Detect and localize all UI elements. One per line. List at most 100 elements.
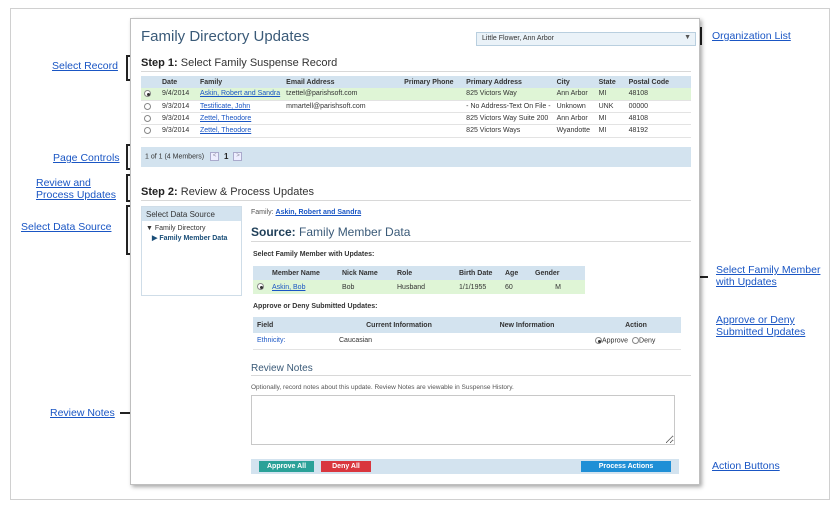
row-radio-cell[interactable] — [141, 100, 159, 113]
suspense-record-table: Date Family Email Address Primary Phone … — [141, 76, 691, 138]
member-gender: M — [531, 280, 585, 294]
data-source-family-member-label: Family Member Data — [159, 235, 228, 242]
annotation-select-family-member-line1[interactable]: Select Family Member — [716, 264, 820, 276]
row-state: UNK — [595, 100, 626, 113]
row-state: MI — [595, 88, 626, 101]
annotation-review-process-line2[interactable]: Process Updates — [36, 189, 116, 201]
row-postal: 00000 — [625, 100, 691, 113]
table-row[interactable]: 9/3/2014 Zettel, Theodore 825 Victors Wa… — [141, 112, 691, 126]
table-row[interactable]: 9/3/2014 Zettel, Theodore 825 Victors Wa… — [141, 124, 691, 138]
annotation-approve-deny-line1[interactable]: Approve or Deny — [716, 314, 795, 326]
update-new — [463, 333, 591, 350]
annotation-approve-deny-line2[interactable]: Submitted Updates — [716, 326, 805, 338]
member-role: Husband — [393, 280, 455, 294]
member-col-select — [253, 266, 268, 280]
table-row[interactable]: 9/4/2014 Askin, Robert and Sandra tzette… — [141, 88, 691, 101]
updates-col-current: Current Information — [335, 317, 463, 333]
update-action: Approve Deny — [591, 333, 681, 350]
row-address: 825 Victors Way Suite 200 — [463, 112, 554, 126]
annotation-review-notes[interactable]: Review Notes — [50, 407, 115, 419]
row-family[interactable]: Zettel, Theodore — [197, 112, 284, 126]
row-radio-cell[interactable] — [141, 112, 159, 126]
source-label-bold: Source: — [251, 225, 296, 239]
updates-header-row: Field Current Information New Informatio… — [253, 317, 681, 333]
table-row[interactable]: 9/3/2014 Testificate, John mmartell@pari… — [141, 100, 691, 113]
approve-radio[interactable] — [595, 337, 602, 345]
review-notes-textarea[interactable] — [251, 395, 675, 445]
col-state: State — [595, 76, 626, 88]
updates-col-field: Field — [253, 317, 335, 333]
pager-prev-button[interactable]: < — [210, 152, 220, 161]
organization-select[interactable]: Little Flower, Ann Arbor ▼ — [476, 32, 696, 46]
approve-all-button[interactable]: Approve All — [259, 461, 314, 472]
pager-page-number[interactable]: 1 — [224, 152, 228, 161]
col-family: Family — [197, 76, 284, 88]
col-city: City — [553, 76, 596, 88]
member-row[interactable]: Askin, Bob Bob Husband 1/1/1955 60 M — [253, 280, 585, 294]
deny-all-button[interactable]: Deny All — [321, 461, 371, 472]
member-name[interactable]: Askin, Bob — [268, 280, 338, 294]
annotation-select-family-member-line2[interactable]: with Updates — [716, 276, 777, 288]
row-radio-cell[interactable] — [141, 88, 159, 101]
step2-label-rest: Review & Process Updates — [177, 186, 315, 198]
annotation-action-buttons[interactable]: Action Buttons — [712, 460, 780, 472]
family-name-link[interactable]: Askin, Robert and Sandra — [276, 209, 362, 216]
page-controls: 1 of 1 (4 Members) < 1 > — [141, 147, 691, 167]
row-postal: 48108 — [625, 88, 691, 101]
row-phone — [401, 100, 464, 113]
pager-next-button[interactable]: > — [233, 152, 243, 161]
row-radio[interactable] — [144, 127, 151, 135]
row-date: 9/4/2014 — [159, 88, 197, 101]
col-email: Email Address — [283, 76, 402, 88]
step2-heading: Step 2: Review & Process Updates — [141, 186, 314, 198]
annotation-organization-list[interactable]: Organization List — [712, 30, 791, 42]
annotation-select-record[interactable]: Select Record — [52, 60, 118, 72]
row-address: 825 Victors Ways — [463, 124, 554, 138]
step1-label-bold: Step 1: — [141, 57, 178, 69]
family-label-text: Family: — [251, 209, 274, 216]
row-postal: 48192 — [625, 124, 691, 138]
family-link[interactable]: Zettel, Theodore — [200, 127, 251, 134]
approve-deny-label: Approve or Deny Submitted Updates: — [253, 303, 378, 310]
process-actions-button[interactable]: Process Actions — [581, 461, 671, 472]
data-source-header: Select Data Source — [142, 207, 241, 221]
data-source-family-directory[interactable]: ▼ Family Directory — [142, 224, 241, 233]
row-family[interactable]: Askin, Robert and Sandra — [197, 88, 284, 101]
update-field: Ethnicity: — [253, 333, 335, 350]
updates-col-new: New Information — [463, 317, 591, 333]
member-name-link[interactable]: Askin, Bob — [272, 284, 305, 291]
row-family[interactable]: Testificate, John — [197, 100, 284, 113]
data-source-family-member-data[interactable]: ▶ Family Member Data — [142, 233, 241, 243]
data-source-family-directory-label: Family Directory — [154, 225, 206, 232]
organization-select-value: Little Flower, Ann Arbor — [482, 35, 554, 42]
member-radio-cell[interactable] — [253, 280, 268, 294]
member-nick: Bob — [338, 280, 393, 294]
approve-radio-label[interactable]: Approve — [602, 337, 628, 344]
family-link[interactable]: Zettel, Theodore — [200, 115, 251, 122]
family-directory-updates-panel: Family Directory Updates Little Flower, … — [130, 18, 700, 485]
row-radio[interactable] — [144, 114, 151, 122]
family-link[interactable]: Askin, Robert and Sandra — [200, 90, 280, 97]
annotation-review-process-line1[interactable]: Review and — [36, 177, 91, 189]
family-member-table: Member Name Nick Name Role Birth Date Ag… — [253, 266, 585, 294]
pager-summary: 1 of 1 (4 Members) — [145, 153, 205, 161]
source-divider — [251, 241, 691, 242]
annotation-page-controls[interactable]: Page Controls — [53, 152, 120, 164]
row-radio[interactable] — [144, 102, 151, 110]
row-city: Ann Arbor — [553, 112, 596, 126]
row-family[interactable]: Zettel, Theodore — [197, 124, 284, 138]
family-label: Family: Askin, Robert and Sandra — [251, 209, 361, 216]
deny-radio[interactable] — [632, 337, 640, 345]
family-link[interactable]: Testificate, John — [200, 103, 250, 110]
review-notes-description: Optionally, record notes about this upda… — [251, 384, 514, 391]
row-radio-cell[interactable] — [141, 124, 159, 138]
review-notes-divider — [251, 375, 691, 376]
chevron-down-icon[interactable]: ▼ — [684, 34, 691, 41]
row-radio[interactable] — [144, 90, 151, 98]
deny-radio-label[interactable]: Deny — [639, 337, 655, 344]
row-date: 9/3/2014 — [159, 124, 197, 138]
member-radio[interactable] — [257, 283, 264, 291]
col-postal: Postal Code — [625, 76, 691, 88]
annotation-select-data-source[interactable]: Select Data Source — [21, 221, 111, 233]
select-member-label: Select Family Member with Updates: — [253, 251, 375, 258]
